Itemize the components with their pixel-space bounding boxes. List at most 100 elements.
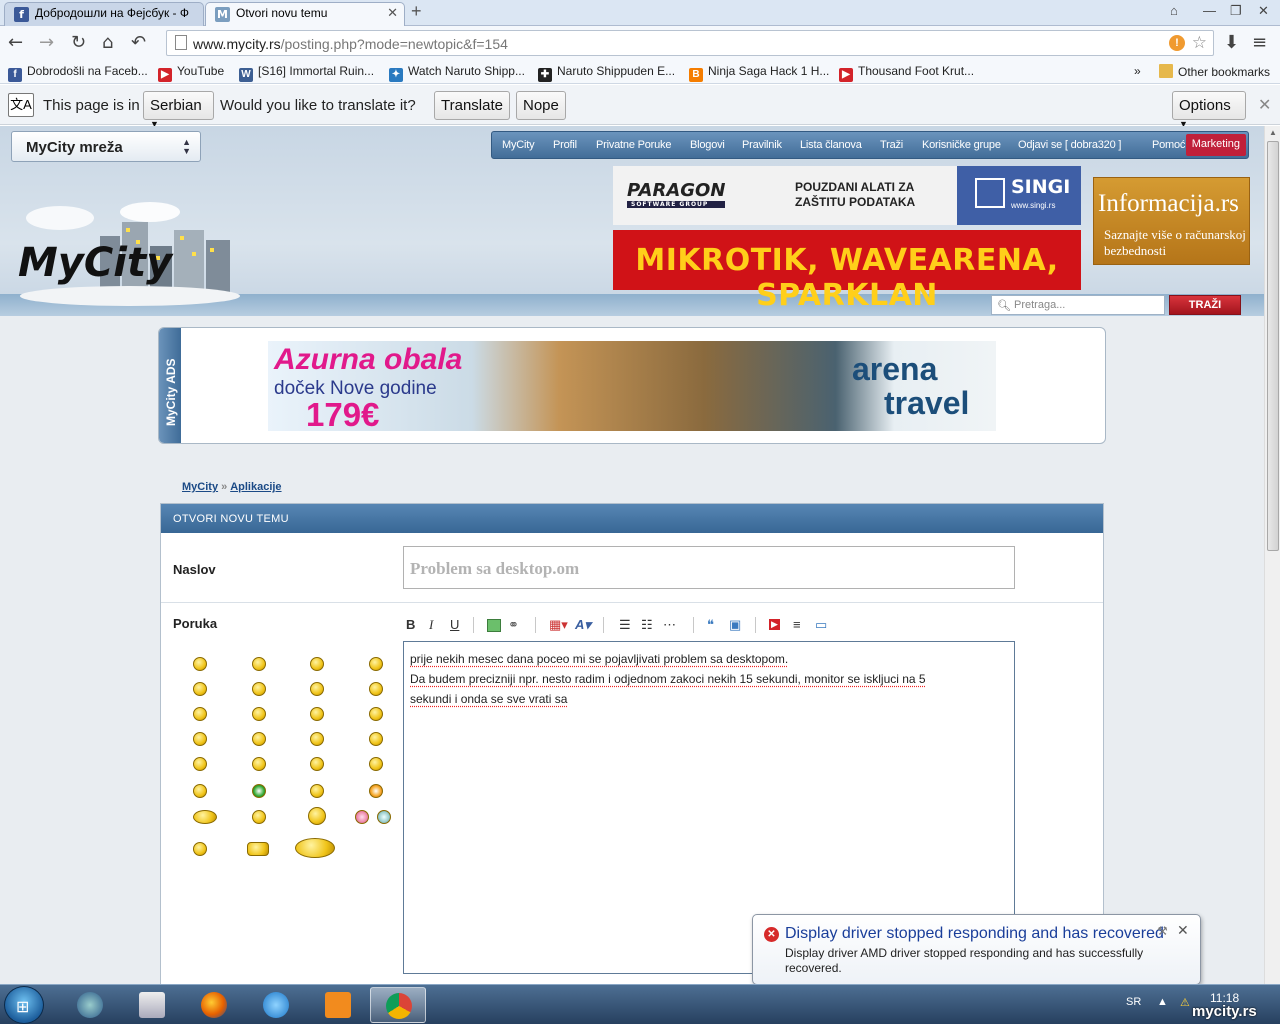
nav-korisnicke-grupe[interactable]: Korisničke grupe [922,139,1001,151]
bookmark-item[interactable]: B Ninja Saga Hack 1 H... [689,64,829,82]
smiley-icon[interactable] [193,657,207,671]
smiley-icon[interactable] [193,757,207,771]
language-select[interactable]: Serbian ▼ [143,91,214,129]
nav-pravilnik[interactable]: Pravilnik [742,139,782,151]
bookmark-star-icon[interactable]: ☆ [1192,33,1207,53]
address-bar[interactable]: www.mycity.rs/posting.php?mode=newtopic&… [166,30,1214,56]
font-size-icon[interactable]: A▾ [575,617,591,633]
smiley-icon[interactable] [252,682,266,696]
nav-trazi[interactable]: Traži [880,139,903,151]
close-tab-icon[interactable]: ✕ [387,5,398,21]
ad-azurna-obala-banner[interactable]: Azurna obala doček Nove godine 179€ aren… [268,341,996,431]
smiley-icon[interactable] [310,784,324,798]
smiley-icon[interactable] [369,707,383,721]
taskbar-app-calculator[interactable] [124,987,180,1023]
taskbar-app-ie[interactable] [248,987,304,1023]
bookmark-item[interactable]: ✦ Watch Naruto Shipp... [389,64,525,82]
smiley-icon[interactable] [252,657,266,671]
spoiler-icon[interactable]: ▭ [815,617,827,633]
horizontal-rule-icon[interactable]: ⋯ [663,617,676,633]
home-icon[interactable]: ⌂ [102,32,113,53]
translate-button[interactable]: Translate [434,91,510,120]
link-icon[interactable]: ⚭ [508,617,519,633]
ad-mikrotik-banner[interactable]: MIKROTIK, WAVEARENA, SPARKLAN [613,230,1081,313]
nav-lista-clanova[interactable]: Lista članova [800,139,862,151]
reload-icon[interactable]: ↻ [71,32,86,53]
smiley-icon[interactable] [377,810,391,824]
nav-blogovi[interactable]: Blogovi [690,139,725,151]
nope-button[interactable]: Nope [516,91,566,120]
smiley-icon[interactable] [369,732,383,746]
smiley-icon[interactable] [252,784,266,798]
bullet-list-icon[interactable]: ☰ [619,617,631,633]
language-indicator[interactable]: SR [1126,996,1141,1008]
smiley-icon[interactable] [193,732,207,746]
bookmark-item[interactable]: ▶ YouTube [158,64,224,82]
taskbar-app-chrome[interactable] [370,987,426,1023]
numbered-list-icon[interactable]: ☷ [641,617,653,633]
smiley-icon[interactable] [295,838,335,858]
breadcrumb-aplikacije[interactable]: Aplikacije [230,481,281,493]
restore-icon[interactable]: ❐ [1230,3,1242,19]
scrollbar-thumb[interactable] [1267,141,1279,551]
smiley-icon[interactable] [310,707,324,721]
minimize-icon[interactable]: — [1203,3,1216,18]
bold-button[interactable]: B [406,617,415,632]
bookmark-item[interactable]: W [S16] Immortal Ruin... [239,64,374,82]
smiley-icon[interactable] [308,807,326,825]
start-button[interactable]: ⊞ [4,986,44,1024]
notification-balloon[interactable]: ✕ Display driver stopped responding and … [752,914,1201,985]
bookmark-item[interactable]: f Dobrodošli na Faceb... [8,64,148,82]
youtube-icon[interactable]: ▶ [769,619,780,630]
nav-odjavi-se[interactable]: Odjavi se [ dobra320 ] [1018,139,1121,151]
smiley-icon[interactable] [193,682,207,696]
smiley-icon[interactable] [252,707,266,721]
tab-facebook[interactable]: f Добродошли на Фејсбук - Ф [4,2,204,26]
quote-icon[interactable]: ❝ [707,617,714,633]
url-text[interactable]: www.mycity.rs/posting.php?mode=newtopic&… [193,36,508,52]
code-icon[interactable]: ▣ [729,617,741,633]
ad-informacija-banner[interactable]: Informacija.rs Saznajte više o računarsk… [1093,177,1250,265]
nav-privatne-poruke[interactable]: Privatne Poruke [596,139,671,151]
other-bookmarks[interactable]: Other bookmarks [1159,64,1270,79]
forward-arrow-icon[interactable]: → [39,32,54,53]
close-infobar-icon[interactable]: ✕ [1258,95,1271,115]
taskbar-app-kmplayer[interactable] [310,987,366,1023]
nav-profil[interactable]: Profil [553,139,577,151]
align-center-icon[interactable]: ≡ [793,617,801,632]
extension-icon[interactable]: ! [1169,35,1185,51]
smiley-icon[interactable] [369,784,383,798]
smiley-icon[interactable] [252,732,266,746]
smiley-icon[interactable] [193,842,207,856]
wrench-icon[interactable]: ⚒ [1157,924,1168,938]
taskbar-app-firefox[interactable] [186,987,242,1023]
smiley-icon[interactable] [310,732,324,746]
site-search-input[interactable]: 🔍︎ Pretraga... [991,295,1165,315]
smiley-icon[interactable] [369,682,383,696]
profile-icon[interactable]: ⌂ [1170,3,1178,18]
options-button[interactable]: Options ▼ [1172,91,1246,129]
smiley-icon[interactable] [369,657,383,671]
scroll-up-icon[interactable]: ▲ [1269,128,1277,137]
bookmark-item[interactable]: ▶ Thousand Foot Krut... [839,64,974,82]
image-icon[interactable] [487,619,501,632]
warning-icon[interactable]: ⚠ [1180,996,1190,1009]
underline-button[interactable]: U [450,617,459,632]
smiley-icon[interactable] [252,810,266,824]
color-picker-icon[interactable]: ▦▾ [549,617,568,633]
mycity-logo[interactable]: MyCity [10,196,240,306]
smiley-icon[interactable] [193,784,207,798]
smiley-icon[interactable] [355,810,369,824]
tray-expand-icon[interactable]: ▲ [1157,996,1168,1008]
tab-otvori-novu-temu[interactable]: M Otvori novu temu ✕ [205,2,405,26]
smiley-icon[interactable] [252,757,266,771]
back-arrow-icon[interactable]: ← [8,32,23,53]
smiley-icon[interactable] [193,707,207,721]
smiley-icon[interactable] [193,810,217,824]
smiley-icon[interactable] [310,757,324,771]
smiley-icon[interactable] [310,682,324,696]
nav-pomoc[interactable]: Pomoć [1152,139,1185,151]
close-window-icon[interactable]: ✕ [1258,3,1269,19]
balloon-close-icon[interactable]: ✕ [1177,922,1189,939]
bookmarks-overflow[interactable]: » [1134,64,1141,78]
